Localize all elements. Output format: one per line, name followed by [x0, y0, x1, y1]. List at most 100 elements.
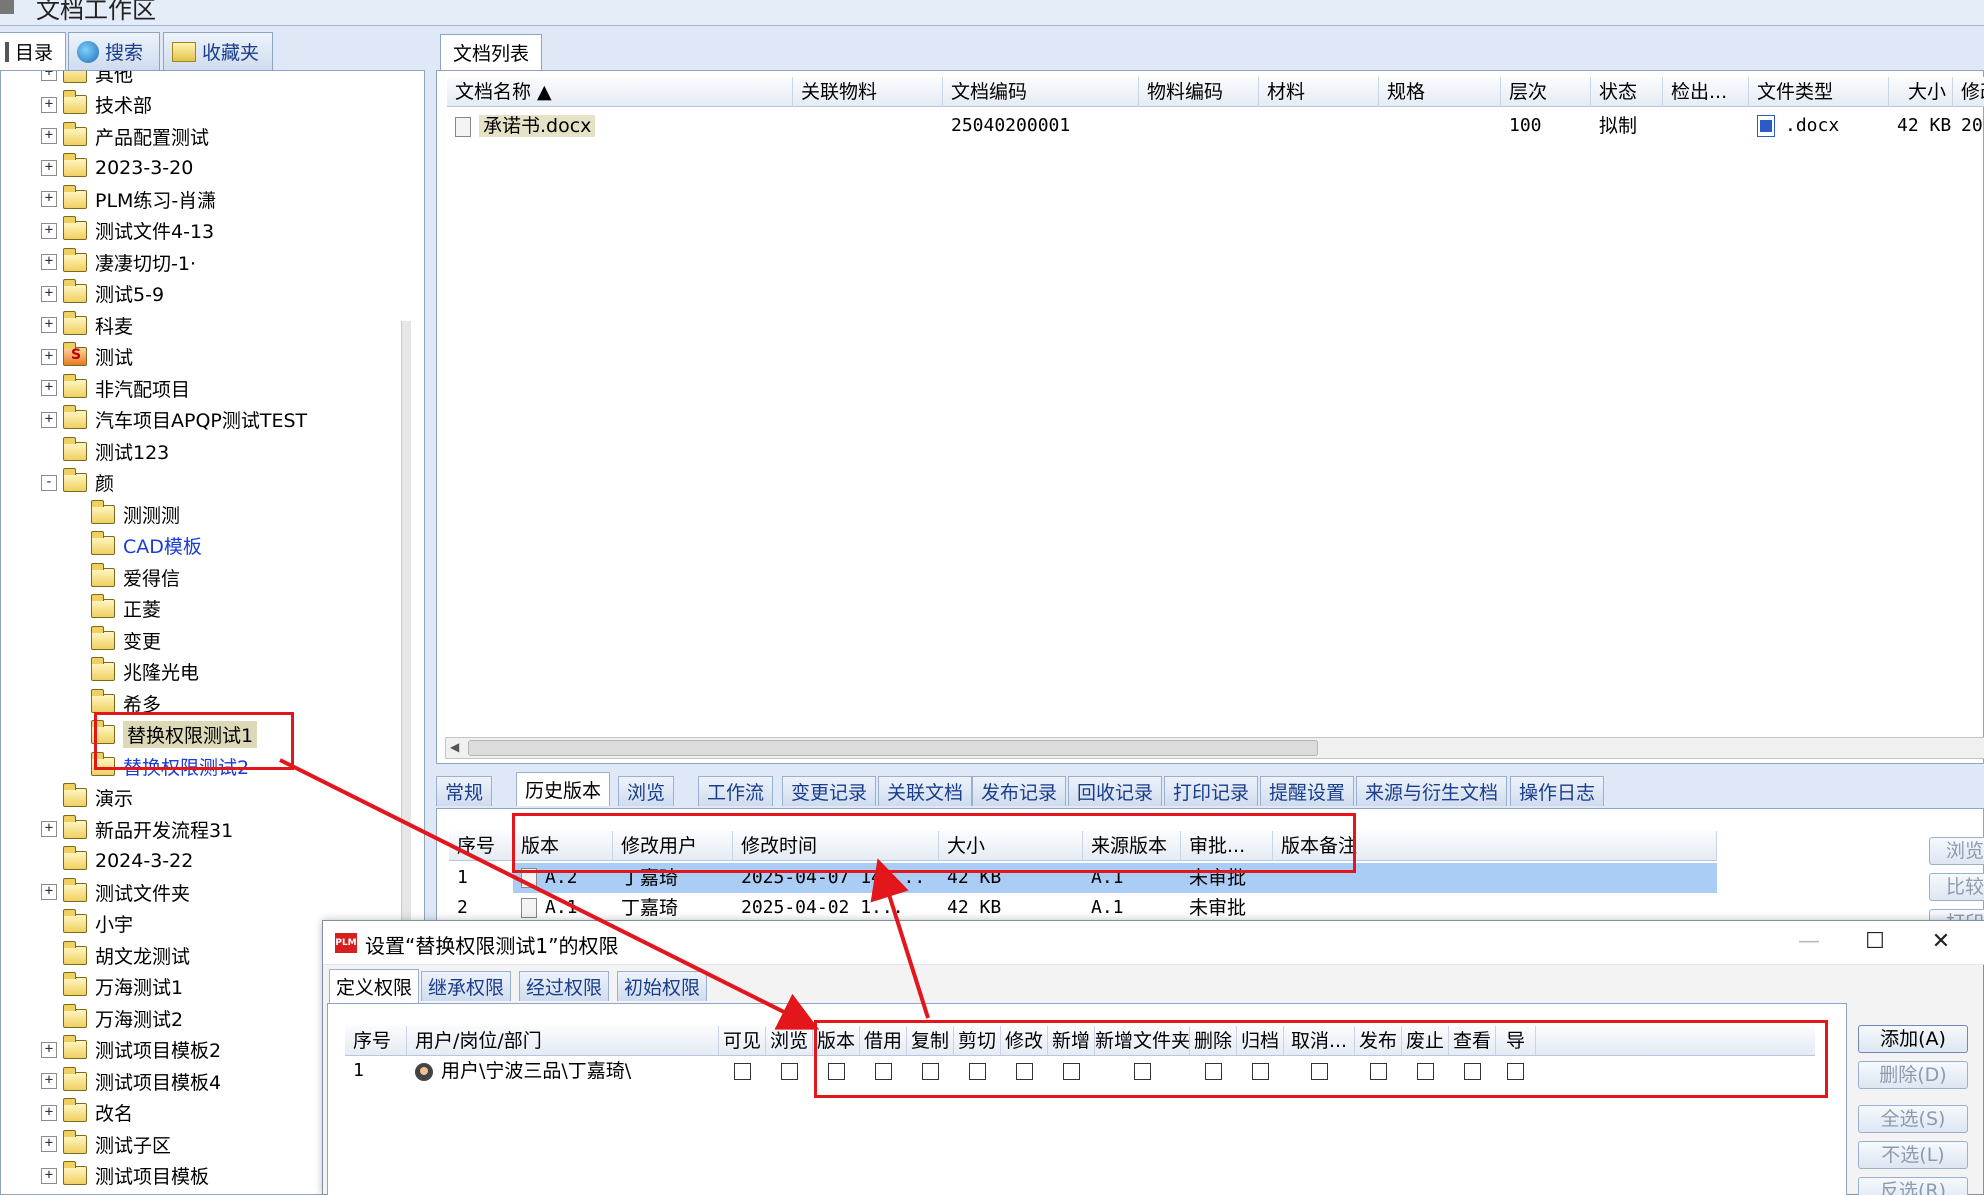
expand-icon[interactable]: +: [41, 348, 57, 365]
col-modified[interactable]: 修改: [1953, 77, 1984, 107]
col-source-version[interactable]: 来源版本: [1083, 831, 1181, 861]
document-list-hscrollbar[interactable]: ◀: [445, 737, 1984, 759]
tree-item[interactable]: + PLM练习-肖潇: [41, 184, 216, 214]
tree-item[interactable]: 兆隆光电: [69, 657, 199, 687]
permission-checkbox[interactable]: [875, 1063, 892, 1080]
col-doc-code[interactable]: 文档编码: [943, 77, 1139, 107]
tab-publish-records[interactable]: 发布记录: [972, 776, 1067, 806]
invert-selection-button[interactable]: 反选(R): [1858, 1177, 1968, 1195]
perm-col-header[interactable]: 可见: [719, 1026, 766, 1055]
tree-item[interactable]: + 测试文件4-13: [41, 216, 214, 246]
select-none-button[interactable]: 不选(L): [1858, 1141, 1968, 1169]
col-size[interactable]: 大小: [939, 831, 1083, 861]
expand-icon[interactable]: +: [41, 1167, 57, 1184]
tree-item[interactable]: 演示: [41, 783, 133, 813]
table-row[interactable]: 承诺书.docx 25040200001 100 拟制 .docx 42 KB …: [447, 111, 1984, 141]
expand-icon[interactable]: +: [41, 317, 57, 333]
col-version-note[interactable]: 版本备注: [1273, 831, 1717, 861]
tree-item[interactable]: 替换权限测试2: [69, 751, 249, 781]
permission-checkbox[interactable]: [1016, 1063, 1033, 1080]
expand-icon[interactable]: +: [41, 71, 57, 81]
tab-print-records[interactable]: 打印记录: [1164, 776, 1259, 806]
tree-item[interactable]: 希多: [69, 688, 161, 718]
col-related-material[interactable]: 关联物料: [793, 77, 943, 107]
perm-col-header[interactable]: 序号: [345, 1026, 407, 1055]
tree-item[interactable]: 爱得信: [69, 562, 180, 592]
perm-col-header[interactable]: 浏览: [766, 1026, 813, 1055]
tab-operation-log[interactable]: 操作日志: [1510, 776, 1605, 806]
tree-item[interactable]: 测测测: [69, 499, 180, 529]
permission-checkbox[interactable]: [1370, 1063, 1387, 1080]
table-row[interactable]: 1 用户\宁波三品\丁嘉琦\: [345, 1056, 1815, 1086]
scroll-thumb[interactable]: [468, 740, 1318, 756]
col-doc-name[interactable]: 文档名称 ▲: [447, 77, 793, 107]
permission-checkbox[interactable]: [1507, 1063, 1524, 1080]
tab-workflow[interactable]: 工作流: [698, 776, 774, 806]
tree-item[interactable]: + 测试项目模板: [41, 1161, 209, 1191]
tab-search[interactable]: 搜索: [68, 32, 160, 70]
expand-icon[interactable]: +: [41, 821, 57, 837]
tree-item[interactable]: + 凄凄切切-1·: [41, 247, 196, 277]
perm-col-header[interactable]: 废止: [1402, 1026, 1449, 1055]
expand-icon[interactable]: +: [41, 1073, 57, 1089]
permission-checkbox[interactable]: [1063, 1063, 1080, 1080]
tree-item[interactable]: 正菱: [69, 594, 161, 624]
expand-icon[interactable]: +: [41, 128, 57, 144]
col-seq[interactable]: 序号: [449, 831, 513, 861]
col-material[interactable]: 材料: [1259, 77, 1379, 107]
tree-item[interactable]: + 测试项目模板4: [41, 1066, 221, 1096]
perm-col-header[interactable]: 借用: [860, 1026, 907, 1055]
expand-icon[interactable]: +: [41, 884, 57, 900]
permission-checkbox[interactable]: [828, 1063, 845, 1080]
perm-col-header[interactable]: 复制: [907, 1026, 954, 1055]
tree-item[interactable]: 万海测试1: [41, 972, 183, 1002]
permission-checkbox[interactable]: [734, 1063, 751, 1080]
tree-item[interactable]: 替换权限测试1: [69, 720, 258, 750]
col-size[interactable]: 大小: [1889, 77, 1953, 107]
tree-item[interactable]: 胡文龙测试: [41, 940, 190, 970]
perm-col-header[interactable]: 发布: [1355, 1026, 1402, 1055]
tree-item[interactable]: + 测试子区: [41, 1129, 171, 1159]
permission-checkbox[interactable]: [922, 1063, 939, 1080]
tree-item[interactable]: + 汽车项目APQP测试TEST: [41, 405, 307, 435]
expand-icon[interactable]: +: [41, 1041, 57, 1058]
tree-item[interactable]: + 其他: [41, 71, 133, 88]
col-spec[interactable]: 规格: [1379, 77, 1501, 107]
tree-item[interactable]: 2024-3-22: [41, 846, 193, 876]
tab-define-permissions[interactable]: 定义权限: [329, 969, 420, 1003]
perm-col-header[interactable]: 版本: [813, 1026, 860, 1055]
col-version[interactable]: 版本: [513, 831, 613, 861]
dialog-title-bar[interactable]: PLM 设置“替换权限测试1”的权限 — ☐ ✕: [323, 921, 1984, 965]
col-material-code[interactable]: 物料编码: [1139, 77, 1259, 107]
tab-browse[interactable]: 浏览: [618, 776, 675, 806]
tree-item[interactable]: + 改名: [41, 1098, 133, 1128]
perm-col-header[interactable]: 归档: [1237, 1026, 1284, 1055]
minimize-button[interactable]: —: [1789, 927, 1829, 959]
scroll-left-icon[interactable]: ◀: [450, 740, 459, 754]
tree-item[interactable]: +2023-3-20: [41, 153, 193, 183]
select-all-button[interactable]: 全选(S): [1858, 1105, 1968, 1133]
perm-col-header[interactable]: 用户/岗位/部门: [407, 1026, 719, 1055]
tree-item[interactable]: + 测试5-9: [41, 279, 164, 309]
permission-checkbox[interactable]: [1311, 1063, 1328, 1080]
tree-item[interactable]: 测试123: [41, 436, 169, 466]
permission-checkbox[interactable]: [1134, 1063, 1151, 1080]
col-modified-time[interactable]: 修改时间: [733, 831, 939, 861]
perm-col-header[interactable]: 删除: [1190, 1026, 1237, 1055]
tab-inherited-permissions[interactable]: 继承权限: [421, 971, 512, 1001]
tab-directory[interactable]: 目录: [0, 32, 66, 70]
expand-icon[interactable]: +: [41, 96, 57, 113]
maximize-button[interactable]: ☐: [1855, 927, 1895, 959]
expand-icon[interactable]: +: [41, 159, 57, 176]
permission-checkbox[interactable]: [969, 1063, 986, 1080]
tab-recycle-records[interactable]: 回收记录: [1068, 776, 1163, 806]
perm-col-header[interactable]: 查看: [1449, 1026, 1496, 1055]
tab-passed-permissions[interactable]: 经过权限: [519, 971, 610, 1001]
tab-related-docs[interactable]: 关联文档: [878, 776, 973, 806]
tree-item[interactable]: + 技术部: [41, 90, 152, 120]
permission-checkbox[interactable]: [1252, 1063, 1269, 1080]
col-approval[interactable]: 审批...: [1181, 831, 1273, 861]
permission-checkbox[interactable]: [1205, 1063, 1222, 1080]
permission-checkbox[interactable]: [1464, 1063, 1481, 1080]
col-level[interactable]: 层次: [1501, 77, 1591, 107]
